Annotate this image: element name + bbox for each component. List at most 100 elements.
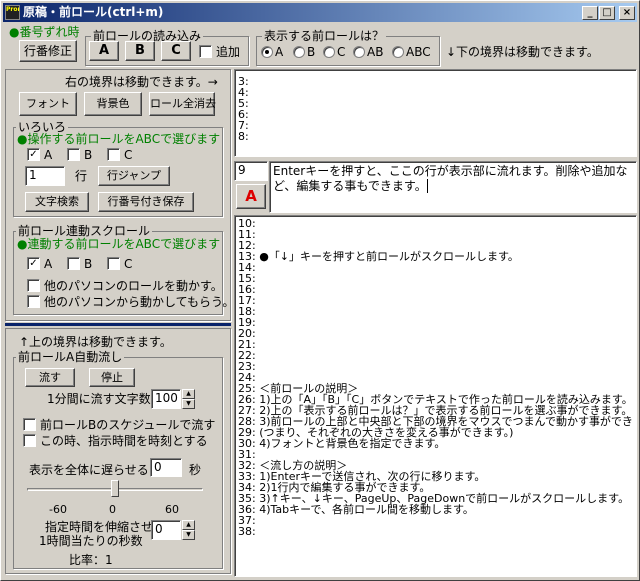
line-jump-button[interactable]: 行ジャンプ bbox=[98, 166, 170, 186]
stretch-up-icon[interactable]: ▲ bbox=[182, 520, 195, 530]
misc-checks-b-label: B bbox=[84, 148, 93, 162]
text-search-button[interactable]: 文字検索 bbox=[25, 192, 89, 212]
roll-line: 13: ●「↓」キーを押すと前ロールがスクロールします。 bbox=[238, 250, 519, 263]
roll-a-indicator[interactable]: A bbox=[236, 184, 266, 209]
move-other-pc-label: 他のパソコンのロールを動かす。 bbox=[44, 279, 223, 293]
main-roll-panel[interactable]: 10: 11: 12: 13: ●「↓」キーを押すと前ロールがスクロールします。 14:… bbox=[234, 215, 637, 577]
schedule-time-label: この時、指示時間を時刻とする bbox=[40, 434, 208, 448]
delay-label: 表示を全体に遅らせる bbox=[29, 463, 149, 477]
schedule-b-checkbox[interactable] bbox=[23, 418, 36, 431]
ratio-label: 比率：1 bbox=[69, 553, 113, 567]
window-title: 原稿・前ロール(ctrl+m) bbox=[23, 5, 164, 19]
roll-line: 8: bbox=[238, 130, 249, 143]
edit-text: Enterキーを押すと、ここの行が表示部に流れます。削除や追加など、編集する事も… bbox=[273, 164, 628, 193]
roll-line: 18: bbox=[238, 305, 256, 318]
flow-button[interactable]: 流す bbox=[25, 368, 75, 387]
misc-checks-b-checkbox[interactable] bbox=[67, 148, 80, 161]
schedule-time-checkbox[interactable] bbox=[23, 434, 36, 447]
upper-roll-lines: 3: 4: 5: 6: 7: 8: bbox=[235, 76, 636, 142]
moved-by-other-pc-label: 他のパソコンから動かしてもらう。 bbox=[44, 295, 235, 309]
left-splitter[interactable] bbox=[5, 323, 231, 326]
misc-checks-a-checkbox[interactable]: ✓ bbox=[27, 148, 40, 161]
stretch-input[interactable]: 0 bbox=[151, 520, 181, 540]
close-icon[interactable]: × bbox=[619, 6, 635, 20]
slider-tick-label: 60 bbox=[165, 503, 179, 516]
roll-line: 11: bbox=[238, 228, 256, 241]
chars-up-icon[interactable]: ▲ bbox=[182, 389, 195, 399]
misc-checks-c-checkbox[interactable] bbox=[107, 148, 120, 161]
roll-line: 36: 4)Tabキーで、各前ロール間を移動します。 bbox=[238, 503, 474, 516]
display-group-label: 表示する前ロールは？ bbox=[262, 29, 387, 43]
up-boundary-hint: ↑上の境界は移動できます。 bbox=[19, 335, 172, 349]
roll-line: 19: bbox=[238, 316, 256, 329]
roll-line: 5: bbox=[238, 97, 249, 110]
upper-roll-panel[interactable]: 3: 4: 5: 6: 7: 8: bbox=[234, 69, 637, 157]
moved-by-other-pc-checkbox[interactable] bbox=[27, 295, 40, 308]
chars-per-min-label: 1分間に流す文字数 bbox=[47, 392, 151, 406]
roll-line: 10: bbox=[238, 217, 256, 230]
roll-line: 17: bbox=[238, 294, 256, 307]
roll-line: 21: bbox=[238, 338, 256, 351]
bgcolor-button[interactable]: 背景色 bbox=[84, 92, 142, 116]
display-radio-label-b: B bbox=[307, 45, 316, 59]
right-boundary-hint: 右の境界は移動できます。→ bbox=[65, 75, 218, 89]
display-radio-label-c: C bbox=[337, 45, 346, 59]
roll-line: 37: bbox=[238, 514, 256, 527]
stop-button[interactable]: 停止 bbox=[89, 368, 135, 387]
delay-slider-thumb[interactable] bbox=[111, 480, 119, 497]
roll-line: 7: bbox=[238, 119, 249, 132]
maximize-icon[interactable]: □ bbox=[599, 6, 615, 20]
roll-line: 15: bbox=[238, 272, 256, 285]
line-num-offset-label: ●番号ずれ時 bbox=[9, 25, 80, 39]
scroll-choose-text: ●連動する前ロールをABCで選びます bbox=[17, 237, 221, 251]
stretch-down-icon[interactable]: ▼ bbox=[182, 530, 195, 540]
misc-checks-c-label: C bbox=[124, 148, 133, 162]
scroll-checks-a-label: A bbox=[44, 257, 53, 271]
edit-line-number-text: 9 bbox=[238, 163, 246, 177]
roll-line: 23: bbox=[238, 360, 256, 373]
scroll-checks-b-checkbox[interactable] bbox=[67, 257, 80, 270]
app-icon[interactable]: Prompter bbox=[5, 5, 20, 20]
chars-down-icon[interactable]: ▼ bbox=[182, 399, 195, 409]
display-radio-ab[interactable] bbox=[353, 46, 365, 58]
roll-line: 30: 4)フォントと背景色を指定できます。 bbox=[238, 437, 446, 450]
display-radio-c[interactable] bbox=[323, 46, 335, 58]
clear-all-button[interactable]: ロール全消去 bbox=[149, 92, 216, 116]
display-radio-label-a: A bbox=[275, 45, 284, 59]
title-bar[interactable]: Prompter 原稿・前ロール(ctrl+m) bbox=[3, 3, 637, 22]
scroll-checks-b-label: B bbox=[84, 257, 93, 271]
move-other-pc-checkbox[interactable] bbox=[27, 279, 40, 292]
edit-text-area[interactable]: Enterキーを押すと、ここの行が表示部に流れます。削除や追加など、編集する事も… bbox=[269, 161, 637, 213]
delay-input[interactable]: 0 bbox=[150, 458, 182, 477]
line-num-fix-button[interactable]: 行番修正 bbox=[19, 40, 77, 62]
font-button[interactable]: フォント bbox=[19, 92, 77, 116]
roll-line: 20: bbox=[238, 327, 256, 340]
display-radio-b[interactable] bbox=[293, 46, 305, 58]
scroll-checks-c-label: C bbox=[124, 257, 133, 271]
append-checkbox[interactable] bbox=[199, 45, 212, 58]
display-radio-a[interactable] bbox=[261, 46, 273, 58]
slider-tick-label: -60 bbox=[49, 503, 67, 516]
save-with-num-button[interactable]: 行番号付き保存 bbox=[98, 192, 194, 212]
line-number-input[interactable]: 1 bbox=[25, 166, 65, 186]
delay-unit: 秒 bbox=[189, 463, 202, 477]
chars-per-min-input[interactable]: 100 bbox=[151, 389, 181, 409]
display-radio-label-ab: AB bbox=[367, 45, 384, 59]
auto-group-label: 前ロールA自動流し bbox=[16, 350, 125, 364]
append-label: 追加 bbox=[216, 45, 241, 59]
misc-choose-text: ●操作する前ロールをABCで選びます bbox=[17, 132, 221, 146]
schedule-b-label: 前ロールBのスケジュールで流す bbox=[40, 418, 216, 432]
minimize-icon[interactable]: _ bbox=[582, 6, 598, 20]
stretch-label-2: 1時間当たりの秒数 bbox=[39, 534, 143, 548]
scroll-checks-c-checkbox[interactable] bbox=[107, 257, 120, 270]
slider-tick-label: 0 bbox=[109, 503, 116, 516]
edit-line-number: 9 bbox=[234, 161, 268, 181]
main-roll-lines: 10: 11: 12: 13: ●「↓」キーを押すと前ロールがスクロールします。 14:… bbox=[235, 218, 636, 537]
load-c-button[interactable]: C bbox=[161, 41, 191, 61]
bottom-boundary-hint: ↓下の境界は移動できます。 bbox=[446, 45, 599, 59]
roll-line: 3: bbox=[238, 75, 249, 88]
display-radio-abc[interactable] bbox=[392, 46, 404, 58]
scroll-checks-a-checkbox[interactable]: ✓ bbox=[27, 257, 40, 270]
load-b-button[interactable]: B bbox=[125, 41, 155, 61]
load-a-button[interactable]: A bbox=[89, 41, 119, 61]
